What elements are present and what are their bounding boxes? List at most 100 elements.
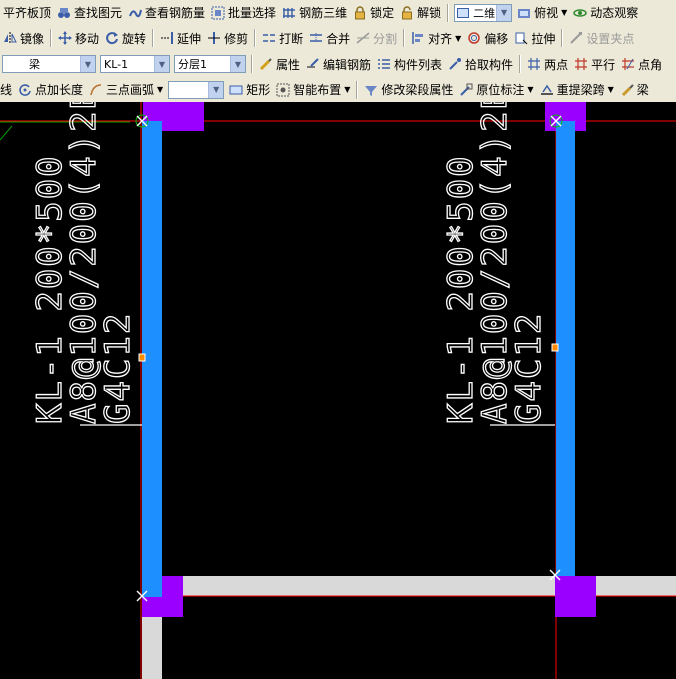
- reextract-span-icon: [540, 84, 553, 95]
- brush-beam-button[interactable]: 梁: [617, 79, 652, 100]
- in-situ-mark-icon: [460, 83, 473, 96]
- column-bottom-right[interactable]: [555, 576, 596, 617]
- chevron-down-icon: ▼: [208, 81, 224, 98]
- two-point-icon: [528, 58, 541, 70]
- separator: [50, 29, 53, 47]
- point-angle-button[interactable]: 点角: [618, 54, 665, 75]
- floor-layer-select[interactable]: 分层1 ▼: [174, 55, 246, 73]
- smart-layout-icon: [276, 83, 290, 96]
- batch-select-button[interactable]: 批量选择: [208, 2, 279, 23]
- drawing-canvas[interactable]: KL-1 200*500 A8@100/200(4)2B G4C12 KL-1 …: [0, 102, 676, 679]
- separator: [447, 3, 450, 22]
- unlock-icon: [402, 5, 413, 19]
- separator: [403, 29, 406, 47]
- separator: [152, 29, 155, 47]
- property-icon: [259, 58, 272, 71]
- point-length-button[interactable]: 点加长度: [15, 79, 86, 100]
- parallel-icon: [575, 58, 588, 70]
- dropdown-arrow-icon: ▼: [527, 85, 534, 94]
- toolbar-row-2: 镜像 移动 旋转 延伸 修剪 打断 合并 分割 对齐 ▼ 偏移 拉伸 设置夹点: [0, 25, 676, 52]
- smart-layout-button[interactable]: 智能布置 ▼: [273, 79, 353, 100]
- mirror-button[interactable]: 镜像: [0, 28, 47, 49]
- edit-rebar-button[interactable]: 编辑钢筋: [303, 54, 374, 75]
- rotate-icon: [106, 32, 119, 45]
- flush-slab-top-button[interactable]: 平齐板顶: [0, 2, 54, 23]
- point-angle-icon: [622, 58, 635, 70]
- stretch-button[interactable]: 拉伸: [511, 28, 558, 49]
- beam-label-rebar-left: G4C12: [98, 312, 138, 424]
- dynamic-observe-button[interactable]: 动态观察: [570, 2, 641, 23]
- view-rebar-amount-button[interactable]: 查看钢筋量: [125, 2, 208, 23]
- rebar-view-icon: [129, 9, 143, 17]
- dropdown-arrow-icon: ▼: [561, 8, 568, 17]
- lock-button[interactable]: 锁定: [350, 2, 397, 23]
- horizontal-beam[interactable]: [160, 576, 676, 596]
- pick-component-button[interactable]: 拾取构件: [445, 54, 516, 75]
- modify-beam-span-button[interactable]: 修改梁段属性: [361, 79, 456, 100]
- line-button[interactable]: 线: [0, 79, 15, 100]
- chevron-down-icon: ▼: [154, 56, 169, 72]
- unlock-button[interactable]: 解锁: [397, 2, 444, 23]
- set-grip-button[interactable]: 设置夹点: [566, 28, 637, 49]
- separator: [561, 29, 564, 47]
- rebar-3d-icon: [283, 7, 296, 18]
- element-type-select[interactable]: 梁 ▼: [2, 55, 96, 73]
- toolbar-row-1: 平齐板顶 查找图元 查看钢筋量 批量选择 钢筋三维 锁定 解锁 二维 ▼ 俯视 ▼…: [0, 0, 676, 26]
- separator: [251, 55, 253, 73]
- parallel-button[interactable]: 平行: [571, 54, 618, 75]
- dropdown-arrow-icon: ▼: [455, 33, 462, 43]
- stretch-icon: [515, 32, 528, 45]
- split-icon: [356, 32, 370, 44]
- align-button[interactable]: 对齐 ▼: [408, 28, 464, 49]
- mirror-icon: [4, 32, 17, 44]
- dropdown-arrow-icon: ▼: [157, 85, 164, 94]
- batch-select-icon: [211, 6, 225, 19]
- midpoint-grip-right[interactable]: [551, 343, 559, 352]
- find-element-button[interactable]: 查找图元: [54, 2, 125, 23]
- separator: [356, 80, 359, 99]
- in-situ-mark-button[interactable]: 原位标注 ▼: [456, 79, 536, 100]
- offset-icon: [468, 32, 481, 44]
- point-length-icon: [19, 83, 31, 96]
- binoculars-icon: [58, 7, 71, 18]
- merge-icon: [310, 33, 323, 43]
- view-mode-select[interactable]: 二维 ▼: [454, 3, 513, 22]
- arc-option-select[interactable]: ▼: [168, 80, 225, 99]
- lock-icon: [355, 5, 366, 19]
- break-button[interactable]: 打断: [259, 28, 306, 49]
- chevron-down-icon: ▼: [80, 56, 95, 72]
- separator: [254, 29, 257, 47]
- three-point-arc-button[interactable]: 三点画弧 ▼: [86, 79, 166, 100]
- rectangle-button[interactable]: 矩形: [226, 79, 273, 100]
- midpoint-grip-left[interactable]: [138, 353, 146, 362]
- property-button[interactable]: 属性: [256, 54, 303, 75]
- merge-button[interactable]: 合并: [306, 28, 353, 49]
- component-name-select[interactable]: KL-1 ▼: [100, 55, 170, 73]
- rectangle-icon: [229, 85, 243, 94]
- list-icon: [378, 59, 391, 69]
- brush-icon: [621, 83, 634, 96]
- rebar-3d-button[interactable]: 钢筋三维: [279, 2, 350, 23]
- rotate-button[interactable]: 旋转: [102, 28, 149, 49]
- modify-span-icon: [365, 85, 378, 96]
- orbit-icon: [573, 8, 588, 17]
- split-button[interactable]: 分割: [353, 28, 400, 49]
- selected-beam-right[interactable]: [556, 121, 575, 576]
- offset-button[interactable]: 偏移: [464, 28, 511, 49]
- trim-button[interactable]: 修剪: [204, 28, 251, 49]
- extend-icon: [161, 32, 174, 44]
- move-button[interactable]: 移动: [55, 28, 102, 49]
- view-direction-button[interactable]: 俯视 ▼: [514, 2, 570, 23]
- top-view-icon: [518, 8, 531, 18]
- extend-button[interactable]: 延伸: [157, 28, 204, 49]
- component-list-button[interactable]: 构件列表: [374, 54, 445, 75]
- reextract-span-button[interactable]: 重提梁跨 ▼: [537, 79, 617, 100]
- arc-icon: [90, 83, 102, 95]
- eyedropper-icon: [449, 58, 462, 70]
- chevron-down-icon: ▼: [496, 4, 512, 21]
- two-point-button[interactable]: 两点: [524, 54, 571, 75]
- beam-label-rebar-right: G4C12: [509, 312, 549, 424]
- edit-rebar-icon: [307, 58, 319, 68]
- grip-icon: [570, 32, 583, 44]
- break-icon: [263, 34, 276, 42]
